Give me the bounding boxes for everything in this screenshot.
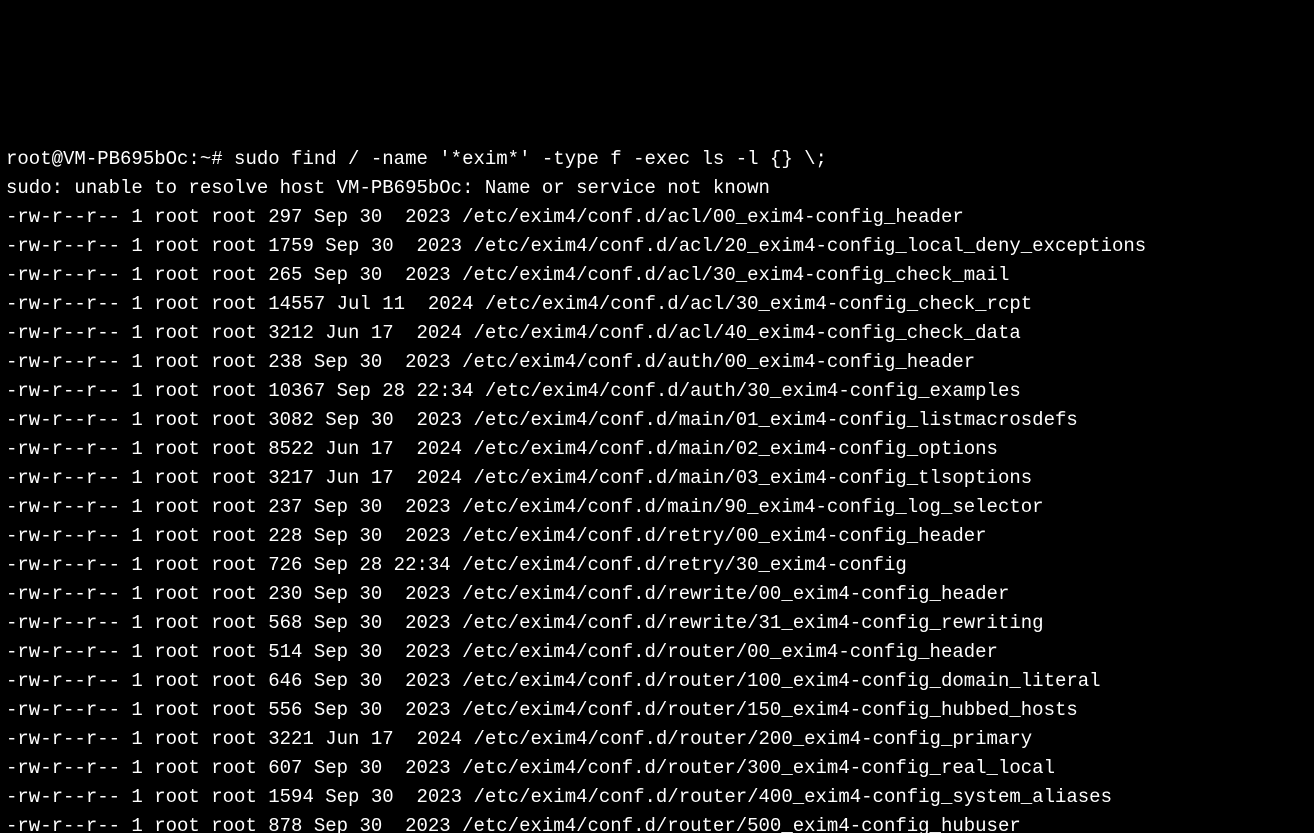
terminal-output[interactable]: root@VM-PB695bOc:~# sudo find / -name '*…	[0, 145, 1314, 833]
ls-output-line: -rw-r--r-- 1 root root 297 Sep 30 2023 /…	[6, 203, 1308, 232]
prompt-line[interactable]: root@VM-PB695bOc:~# sudo find / -name '*…	[6, 145, 1308, 174]
ls-output-line: -rw-r--r-- 1 root root 3217 Jun 17 2024 …	[6, 464, 1308, 493]
ls-output-line: -rw-r--r-- 1 root root 3221 Jun 17 2024 …	[6, 725, 1308, 754]
ls-output-line: -rw-r--r-- 1 root root 646 Sep 30 2023 /…	[6, 667, 1308, 696]
ls-output-line: -rw-r--r-- 1 root root 556 Sep 30 2023 /…	[6, 696, 1308, 725]
ls-output-line: -rw-r--r-- 1 root root 1759 Sep 30 2023 …	[6, 232, 1308, 261]
ls-output-line: -rw-r--r-- 1 root root 8522 Jun 17 2024 …	[6, 435, 1308, 464]
command-text: sudo find / -name '*exim*' -type f -exec…	[223, 148, 827, 170]
ls-output-line: -rw-r--r-- 1 root root 726 Sep 28 22:34 …	[6, 551, 1308, 580]
ls-output-line: -rw-r--r-- 1 root root 228 Sep 30 2023 /…	[6, 522, 1308, 551]
ls-output-line: -rw-r--r-- 1 root root 10367 Sep 28 22:3…	[6, 377, 1308, 406]
sudo-error-line: sudo: unable to resolve host VM-PB695bOc…	[6, 174, 1308, 203]
ls-output-line: -rw-r--r-- 1 root root 1594 Sep 30 2023 …	[6, 783, 1308, 812]
ls-output-line: -rw-r--r-- 1 root root 14557 Jul 11 2024…	[6, 290, 1308, 319]
shell-prompt: root@VM-PB695bOc:~#	[6, 148, 223, 170]
ls-output-line: -rw-r--r-- 1 root root 237 Sep 30 2023 /…	[6, 493, 1308, 522]
ls-output-line: -rw-r--r-- 1 root root 514 Sep 30 2023 /…	[6, 638, 1308, 667]
ls-output-line: -rw-r--r-- 1 root root 878 Sep 30 2023 /…	[6, 812, 1308, 833]
ls-output-line: -rw-r--r-- 1 root root 265 Sep 30 2023 /…	[6, 261, 1308, 290]
ls-output-line: -rw-r--r-- 1 root root 3212 Jun 17 2024 …	[6, 319, 1308, 348]
ls-output-line: -rw-r--r-- 1 root root 230 Sep 30 2023 /…	[6, 580, 1308, 609]
ls-output-line: -rw-r--r-- 1 root root 607 Sep 30 2023 /…	[6, 754, 1308, 783]
ls-output-line: -rw-r--r-- 1 root root 3082 Sep 30 2023 …	[6, 406, 1308, 435]
ls-output-line: -rw-r--r-- 1 root root 568 Sep 30 2023 /…	[6, 609, 1308, 638]
ls-output-line: -rw-r--r-- 1 root root 238 Sep 30 2023 /…	[6, 348, 1308, 377]
